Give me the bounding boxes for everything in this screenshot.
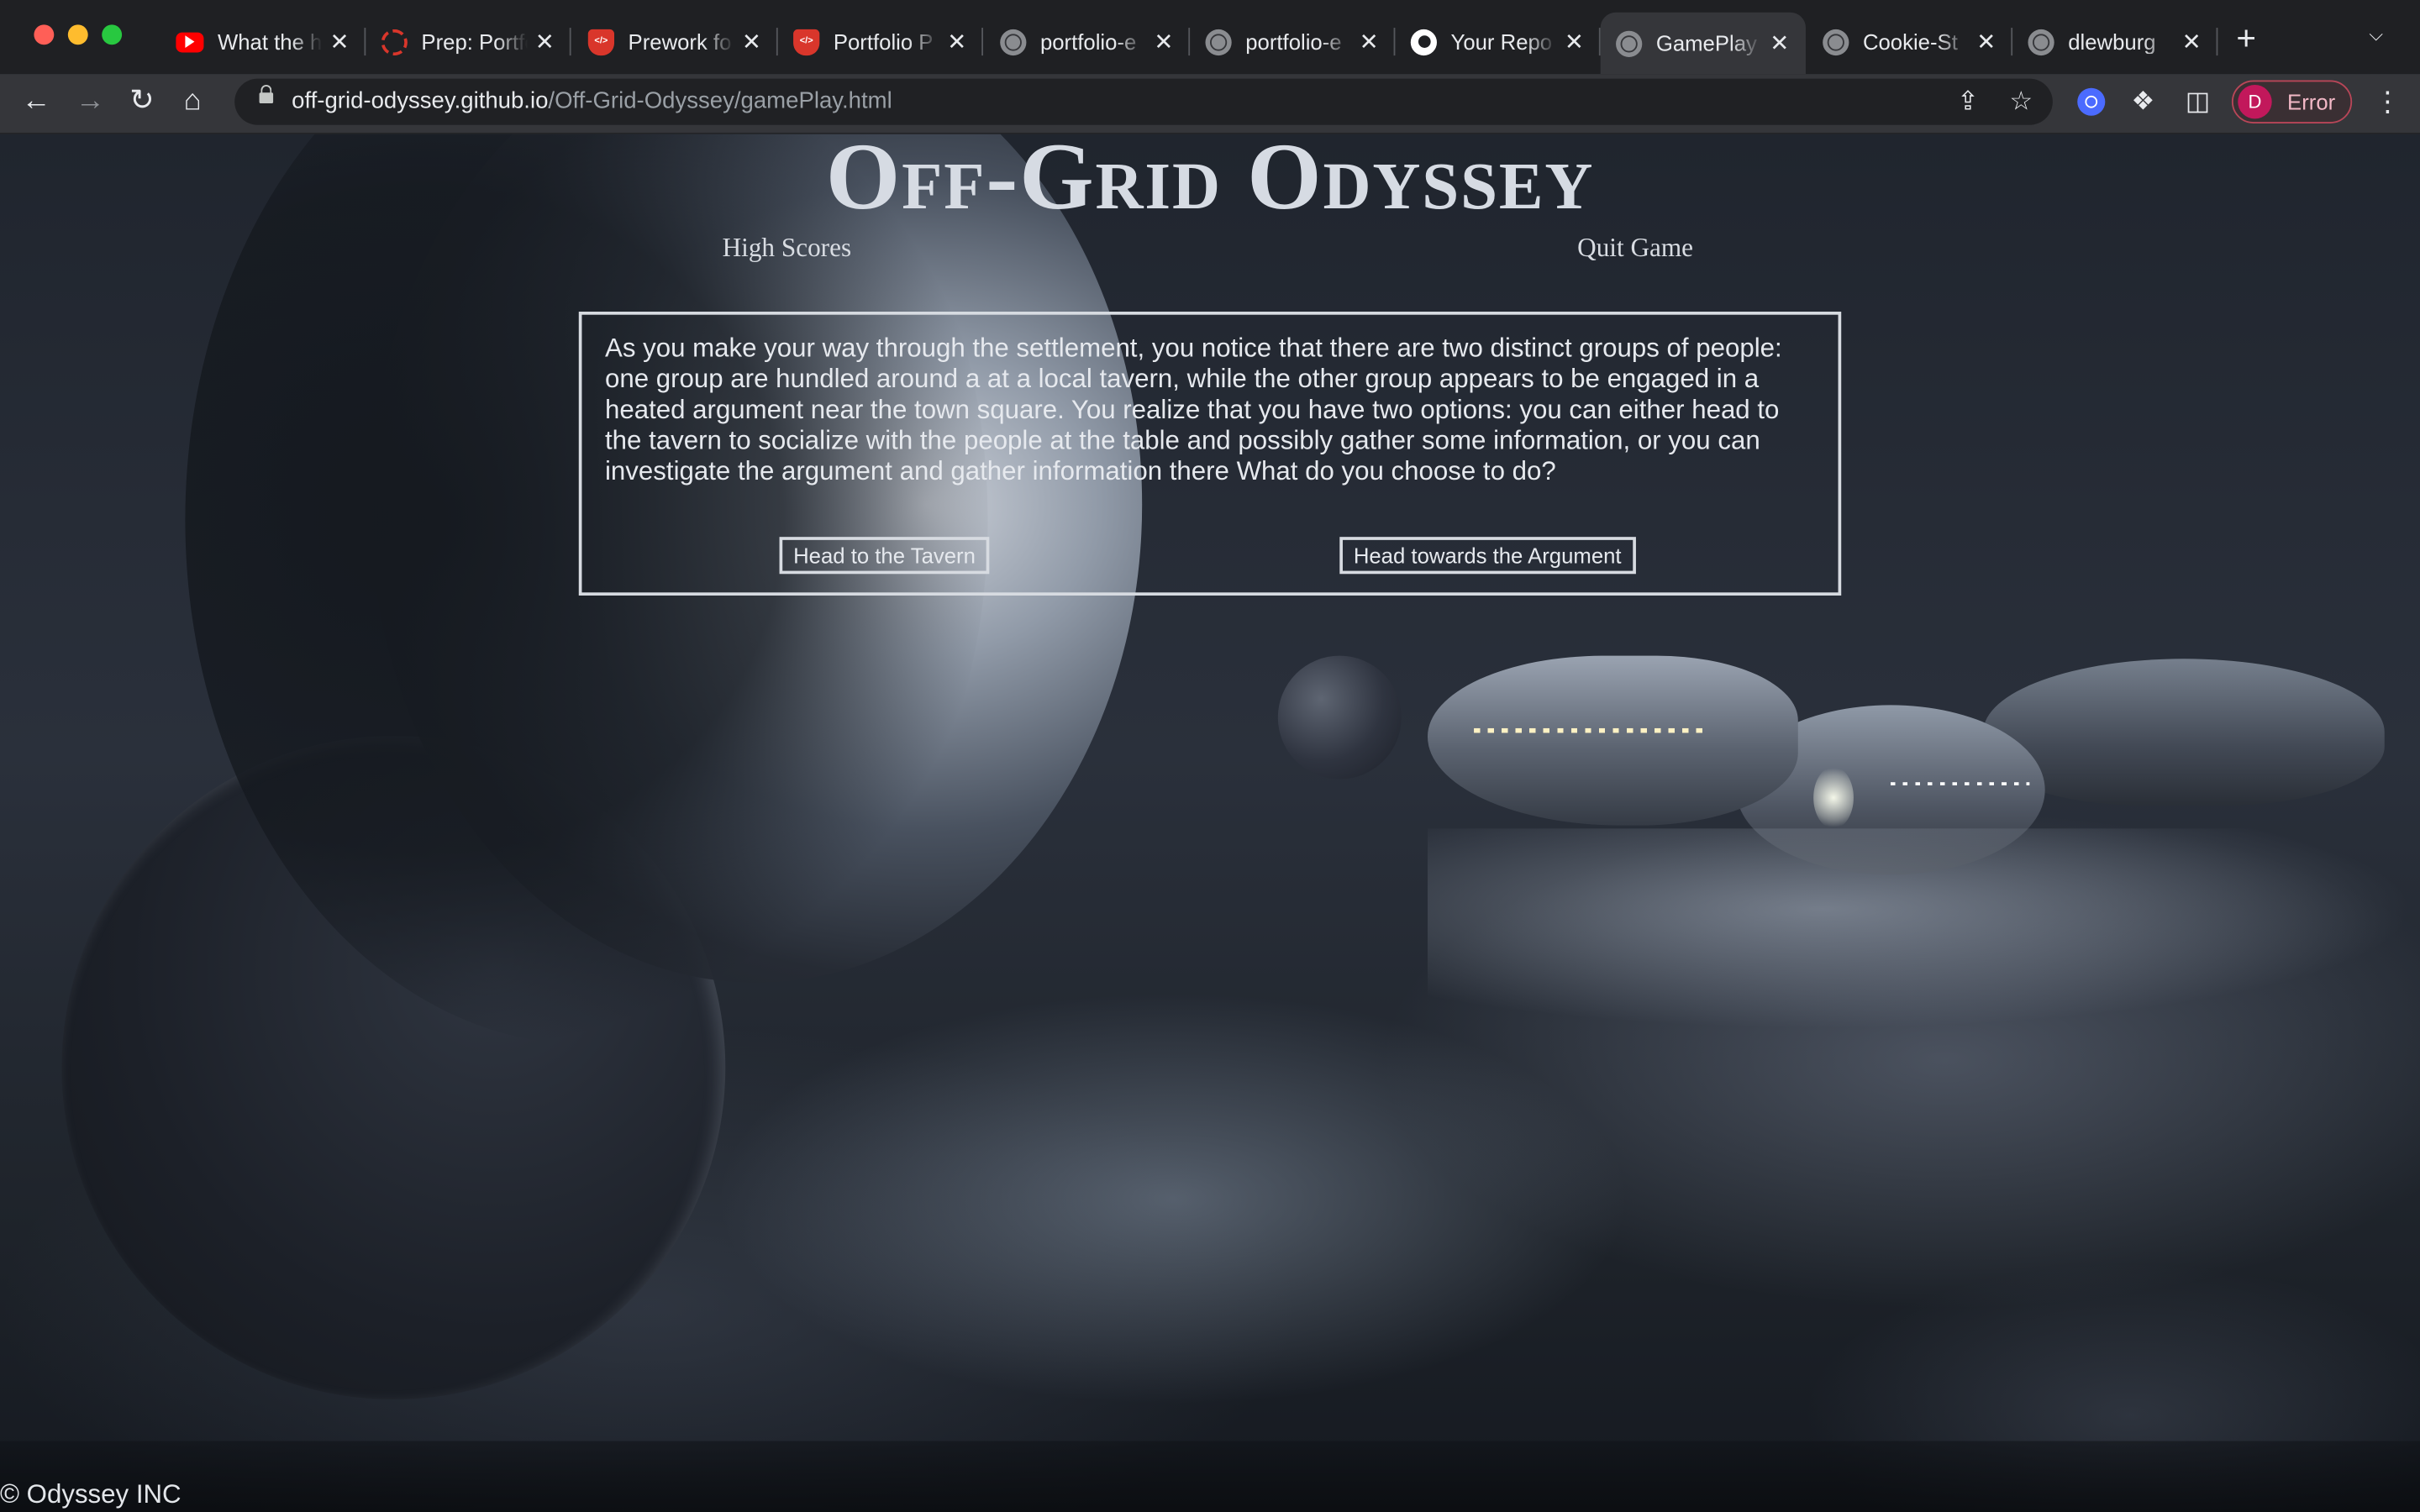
close-icon[interactable]: ✕ bbox=[738, 28, 765, 55]
close-icon[interactable]: ✕ bbox=[1972, 28, 2000, 55]
cloud-mist bbox=[1427, 828, 2416, 1030]
tab-portfolio-project[interactable]: Portfolio P ✕ bbox=[778, 13, 983, 71]
url-domain: off-grid-odyssey.github.io bbox=[292, 87, 549, 114]
close-icon[interactable]: ✕ bbox=[1355, 28, 1383, 55]
argument-choice-button[interactable]: Head towards the Argument bbox=[1339, 537, 1636, 575]
tab-title: Portfolio P bbox=[833, 29, 934, 55]
extensions-puzzle-icon[interactable]: ❖ bbox=[2132, 85, 2155, 118]
lock-icon[interactable] bbox=[259, 85, 274, 104]
tab-cookie-stand[interactable]: Cookie-St ✕ bbox=[1807, 13, 2013, 71]
tab-title: GamePlay bbox=[1655, 30, 1757, 56]
tavern-choice-button[interactable]: Head to the Tavern bbox=[779, 537, 990, 575]
kebab-menu-icon[interactable]: ⋮ bbox=[2374, 85, 2402, 118]
close-icon[interactable]: ✕ bbox=[1150, 28, 1177, 55]
page-viewport: Off-Grid Odyssey High Scores Quit Game A… bbox=[0, 134, 2420, 1512]
close-icon[interactable]: ✕ bbox=[1765, 29, 1793, 57]
youtube-icon bbox=[176, 31, 204, 52]
tab-title: portfolio-e bbox=[1245, 29, 1342, 55]
bookmark-star-icon[interactable]: ☆ bbox=[2009, 87, 2033, 118]
codefellows-shield-icon bbox=[793, 28, 820, 55]
globe-icon bbox=[2028, 28, 2054, 55]
globe-icon bbox=[1000, 28, 1027, 55]
codefellows-icon bbox=[381, 28, 408, 55]
tab-divider bbox=[981, 28, 983, 56]
tab-title: Prework fo bbox=[628, 29, 732, 55]
quit-game-link[interactable]: Quit Game bbox=[1577, 233, 1693, 264]
codefellows-shield-icon bbox=[587, 28, 615, 55]
footer-bar bbox=[0, 1441, 2420, 1512]
minimize-window-button[interactable] bbox=[67, 24, 88, 45]
tab-gameplay[interactable]: GamePlay ✕ bbox=[1600, 12, 1806, 75]
address-bar[interactable]: off-grid-odyssey.github.io/Off-Grid-Odys… bbox=[234, 78, 2053, 125]
maximize-window-button[interactable] bbox=[102, 24, 123, 45]
new-tab-icon[interactable]: + bbox=[2236, 19, 2256, 57]
tab-dlewburg[interactable]: dlewburg ✕ bbox=[2012, 13, 2218, 71]
footer-copyright: © Odyssey INC bbox=[0, 1479, 182, 1509]
tab-portfolio-e-1[interactable]: portfolio-e ✕ bbox=[985, 13, 1191, 71]
browser-toolbar: ← → ↻ ⌂ off-grid-odyssey.github.io/Off-G… bbox=[0, 74, 2420, 134]
tab-prep-portfolio[interactable]: Prep: Portfo ✕ bbox=[366, 13, 571, 71]
background-spaceship bbox=[1427, 643, 2416, 1030]
ship-lights bbox=[1474, 727, 1706, 733]
story-text: As you make your way through the settlem… bbox=[604, 333, 1782, 486]
extension-icon[interactable] bbox=[2077, 87, 2106, 116]
url-path: /Off-Grid-Odyssey/gamePlay.html bbox=[548, 87, 892, 114]
url-text[interactable]: off-grid-odyssey.github.io/Off-Grid-Odys… bbox=[292, 88, 892, 114]
tab-your-repos[interactable]: Your Repo ✕ bbox=[1395, 13, 1601, 71]
globe-icon bbox=[1823, 28, 1849, 55]
home-icon[interactable]: ⌂ bbox=[184, 85, 202, 118]
tab-divider bbox=[569, 28, 571, 56]
tab-title: What the h bbox=[217, 29, 323, 55]
ship-engine-glow bbox=[1813, 766, 1854, 829]
tab-youtube[interactable]: What the h ✕ bbox=[160, 13, 366, 71]
close-icon[interactable]: ✕ bbox=[326, 28, 354, 55]
globe-icon bbox=[1205, 28, 1232, 55]
page-title: Off-Grid Odyssey bbox=[825, 134, 1595, 230]
chevron-down-icon[interactable]: ⌵ bbox=[2369, 24, 2383, 47]
close-icon[interactable]: ✕ bbox=[943, 28, 971, 55]
globe-icon bbox=[1616, 29, 1643, 57]
close-icon[interactable]: ✕ bbox=[2178, 28, 2206, 55]
tab-title: Your Repo bbox=[1450, 29, 1553, 55]
screen: What the h ✕ Prep: Portfo ✕ Prework fo ✕… bbox=[0, 0, 2420, 1512]
github-icon bbox=[1410, 28, 1437, 55]
tab-title: portfolio-e bbox=[1039, 29, 1137, 55]
tab-divider bbox=[2216, 28, 2218, 56]
reload-icon[interactable]: ↻ bbox=[129, 85, 154, 118]
side-panel-icon[interactable]: ◫ bbox=[2186, 85, 2211, 118]
share-icon[interactable]: ⇪ bbox=[1957, 87, 1979, 118]
browser-tab-strip: What the h ✕ Prep: Portfo ✕ Prework fo ✕… bbox=[0, 0, 2420, 75]
tab-portfolio-e-2[interactable]: portfolio-e ✕ bbox=[1190, 13, 1396, 71]
background-moon bbox=[1277, 655, 1402, 780]
back-icon[interactable]: ← bbox=[22, 85, 51, 118]
tab-prework[interactable]: Prework fo ✕ bbox=[572, 13, 778, 71]
avatar: D bbox=[2238, 85, 2272, 119]
close-icon[interactable]: ✕ bbox=[531, 28, 559, 55]
forward-icon[interactable]: → bbox=[76, 85, 105, 118]
tab-title: Cookie-St bbox=[1862, 29, 1958, 55]
profile-status: Error bbox=[2287, 89, 2336, 114]
ship-hull-front bbox=[1427, 655, 1798, 826]
ship-lights bbox=[1890, 782, 2030, 785]
close-window-button[interactable] bbox=[34, 24, 55, 45]
tab-title: dlewburg bbox=[2068, 29, 2156, 55]
high-scores-link[interactable]: High Scores bbox=[723, 233, 852, 264]
close-icon[interactable]: ✕ bbox=[1560, 28, 1588, 55]
tab-title: Prep: Portfo bbox=[421, 29, 529, 55]
story-panel: As you make your way through the settlem… bbox=[578, 312, 1842, 596]
profile-button[interactable]: D Error bbox=[2231, 80, 2353, 123]
